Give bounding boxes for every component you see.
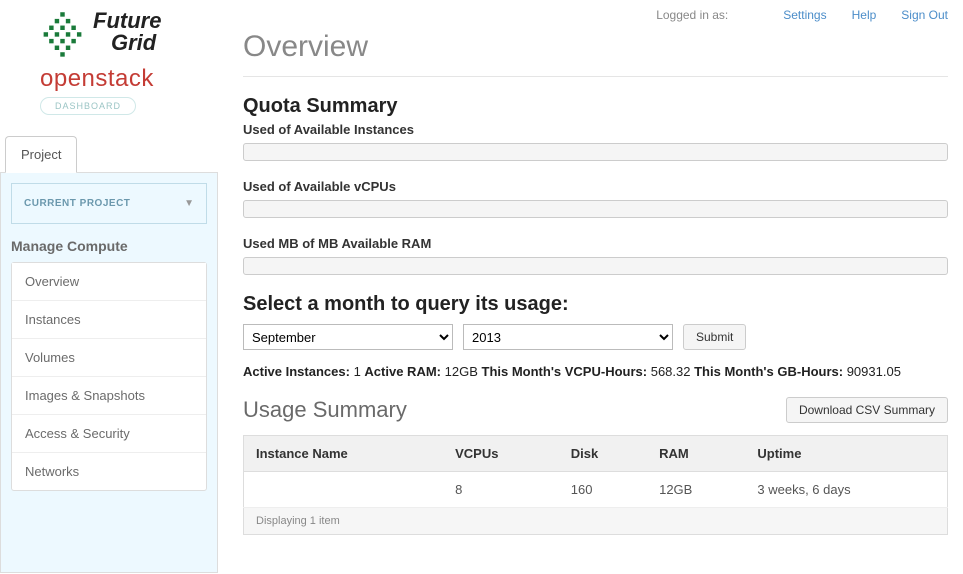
logged-in-label: Logged in as: <box>656 8 728 22</box>
tab-project[interactable]: Project <box>5 136 77 173</box>
link-signout[interactable]: Sign Out <box>901 8 948 22</box>
link-help[interactable]: Help <box>852 8 877 22</box>
section-manage-compute: Manage Compute <box>11 238 207 254</box>
cell-disk: 160 <box>559 472 647 508</box>
quota-vcpus-bar <box>243 200 948 218</box>
quota-ram-bar <box>243 257 948 275</box>
quota-instances-label: Used of Available Instances <box>243 122 948 137</box>
cell-vcpus: 8 <box>443 472 559 508</box>
table-footer: Displaying 1 item <box>244 508 948 535</box>
col-uptime[interactable]: Uptime <box>745 436 947 472</box>
sidebar-item-overview[interactable]: Overview <box>12 263 206 301</box>
page-title: Overview <box>243 30 948 64</box>
col-instance-name[interactable]: Instance Name <box>244 436 444 472</box>
table-row: 8 160 12GB 3 weeks, 6 days <box>244 472 948 508</box>
col-ram[interactable]: RAM <box>647 436 745 472</box>
download-csv-button[interactable]: Download CSV Summary <box>786 397 948 423</box>
divider <box>243 76 948 77</box>
dashboard-badge: DASHBOARD <box>40 97 136 115</box>
quota-vcpus-label: Used of Available vCPUs <box>243 179 948 194</box>
sidebar-item-instances[interactable]: Instances <box>12 301 206 339</box>
submit-button[interactable]: Submit <box>683 324 746 350</box>
col-disk[interactable]: Disk <box>559 436 647 472</box>
quota-summary-heading: Quota Summary <box>243 95 948 118</box>
sidebar-item-networks[interactable]: Networks <box>12 453 206 490</box>
stats-line: Active Instances: 1 Active RAM: 12GB Thi… <box>243 364 948 379</box>
sidebar-item-volumes[interactable]: Volumes <box>12 339 206 377</box>
openstack-text: openstack <box>40 65 218 93</box>
cell-uptime: 3 weeks, 6 days <box>745 472 947 508</box>
brand-line2: Grid <box>111 32 161 54</box>
sidebar-item-images-snapshots[interactable]: Images & Snapshots <box>12 377 206 415</box>
usage-table: Instance Name VCPUs Disk RAM Uptime 8 16… <box>243 435 948 535</box>
col-vcpus[interactable]: VCPUs <box>443 436 559 472</box>
current-project-dropdown[interactable]: CURRENT PROJECT ▼ <box>11 183 207 224</box>
year-select[interactable]: 2013 <box>463 324 673 350</box>
quota-ram-label: Used MB of MB Available RAM <box>243 236 948 251</box>
sidebar-item-access-security[interactable]: Access & Security <box>12 415 206 453</box>
chevron-down-icon: ▼ <box>184 198 194 209</box>
logo-area: Future Grid openstack DASHBOARD <box>0 0 218 130</box>
current-project-label: CURRENT PROJECT <box>24 198 130 209</box>
usage-summary-title: Usage Summary <box>243 397 407 423</box>
futuregrid-tree-icon <box>40 10 85 60</box>
select-month-heading: Select a month to query its usage: <box>243 293 948 316</box>
month-select[interactable]: September <box>243 324 453 350</box>
cell-ram: 12GB <box>647 472 745 508</box>
brand-line1: Future <box>93 10 161 32</box>
cell-instance-name <box>244 472 444 508</box>
quota-instances-bar <box>243 143 948 161</box>
link-settings[interactable]: Settings <box>783 8 826 22</box>
